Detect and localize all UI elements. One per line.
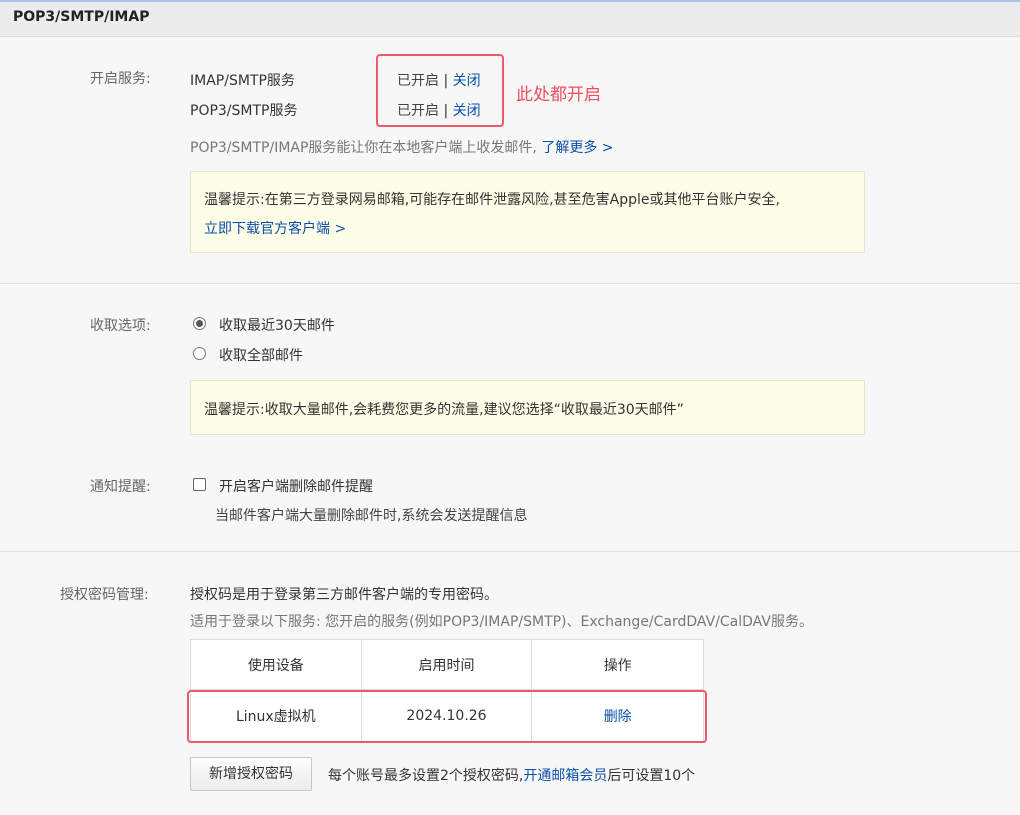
delete-reminder-checkbox[interactable] (193, 478, 206, 491)
auth-limit-note: 每个账号最多设置2个授权密码,开通邮箱会员后可设置10个 (328, 765, 695, 785)
section-title: POP3/SMTP/IMAP (13, 9, 150, 25)
pop3-service-name: POP3/SMTP服务 (190, 103, 298, 119)
download-client-link[interactable]: 立即下载官方客户端 > (204, 218, 346, 238)
section-header: POP3/SMTP/IMAP (0, 2, 1020, 37)
auth-description-line2: 适用于登录以下服务: 您开启的服务(例如POP3/IMAP/SMTP)、Exch… (190, 614, 813, 630)
col-header-date: 启用时间 (360, 639, 533, 690)
row-highlight-box (187, 690, 707, 743)
delete-reminder-label[interactable]: 开启客户端删除邮件提醒 (219, 476, 373, 496)
divider-2 (0, 551, 1020, 552)
col-header-action: 操作 (531, 639, 704, 690)
divider-1 (0, 283, 1020, 284)
services-description: POP3/SMTP/IMAP服务能让你在本地客户端上收发邮件, 了解更多 > (190, 137, 614, 157)
new-auth-password-button[interactable]: 新增授权密码 (190, 757, 312, 791)
col-header-device: 使用设备 (190, 639, 362, 690)
traffic-tip-text: 温馨提示:收取大量邮件,会耗费您更多的流量,建议您选择“收取最近30天邮件” (204, 402, 684, 418)
upgrade-member-link[interactable]: 开通邮箱会员 (523, 768, 607, 784)
annotation-highlight-box (376, 54, 504, 127)
auth-limit-prefix: 每个账号最多设置2个授权密码, (328, 768, 524, 784)
services-description-text: POP3/SMTP/IMAP服务能让你在本地客户端上收发邮件, (190, 140, 537, 156)
table-header-row: 使用设备 启用时间 操作 (190, 639, 704, 690)
imap-service-name: IMAP/SMTP服务 (190, 73, 295, 89)
fetch-30-days-radio[interactable] (193, 317, 206, 330)
fetch-all-radio[interactable] (193, 347, 206, 360)
security-tip-text: 温馨提示:在第三方登录网易邮箱,可能存在邮件泄露风险,甚至危害Apple或其他平… (204, 192, 780, 208)
annotation-text: 此处都开启 (516, 85, 601, 105)
security-tip-box: 温馨提示:在第三方登录网易邮箱,可能存在邮件泄露风险,甚至危害Apple或其他平… (190, 171, 865, 253)
auth-limit-suffix: 后可设置10个 (607, 768, 696, 784)
traffic-tip-box: 温馨提示:收取大量邮件,会耗费您更多的流量,建议您选择“收取最近30天邮件” (190, 380, 865, 435)
learn-more-link[interactable]: 了解更多 > (541, 140, 613, 156)
notify-label: 通知提醒: (90, 479, 151, 495)
auth-label: 授权密码管理: (60, 587, 149, 603)
delete-reminder-description: 当邮件客户端大量删除邮件时,系统会发送提醒信息 (215, 508, 528, 524)
fetch-label: 收取选项: (90, 318, 151, 334)
fetch-all-label[interactable]: 收取全部邮件 (219, 345, 303, 365)
auth-description-line1: 授权码是用于登录第三方邮件客户端的专用密码。 (190, 587, 498, 603)
services-label: 开启服务: (90, 71, 151, 87)
fetch-30-days-label[interactable]: 收取最近30天邮件 (219, 315, 335, 335)
